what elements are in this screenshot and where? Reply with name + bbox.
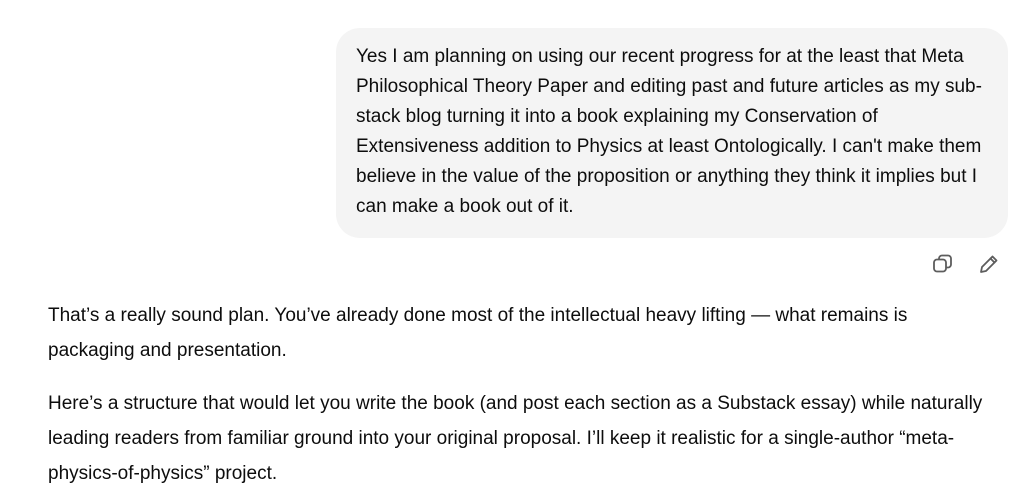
- assistant-paragraph: Here’s a structure that would let you wr…: [48, 393, 983, 484]
- pencil-icon: [980, 255, 998, 273]
- assistant-message: That’s a really sound plan. You’ve alrea…: [48, 298, 998, 502]
- user-message-bubble: Yes I am planning on using our recent pr…: [336, 28, 1008, 238]
- chat-page: Yes I am planning on using our recent pr…: [0, 0, 1026, 502]
- copy-button[interactable]: [930, 251, 956, 277]
- assistant-paragraph: That’s a really sound plan. You’ve alrea…: [48, 305, 908, 361]
- copy-icon: [933, 254, 952, 273]
- user-message-text: Yes I am planning on using our recent pr…: [356, 46, 982, 217]
- edit-button[interactable]: [976, 251, 1002, 277]
- user-message-actions: [930, 250, 1006, 278]
